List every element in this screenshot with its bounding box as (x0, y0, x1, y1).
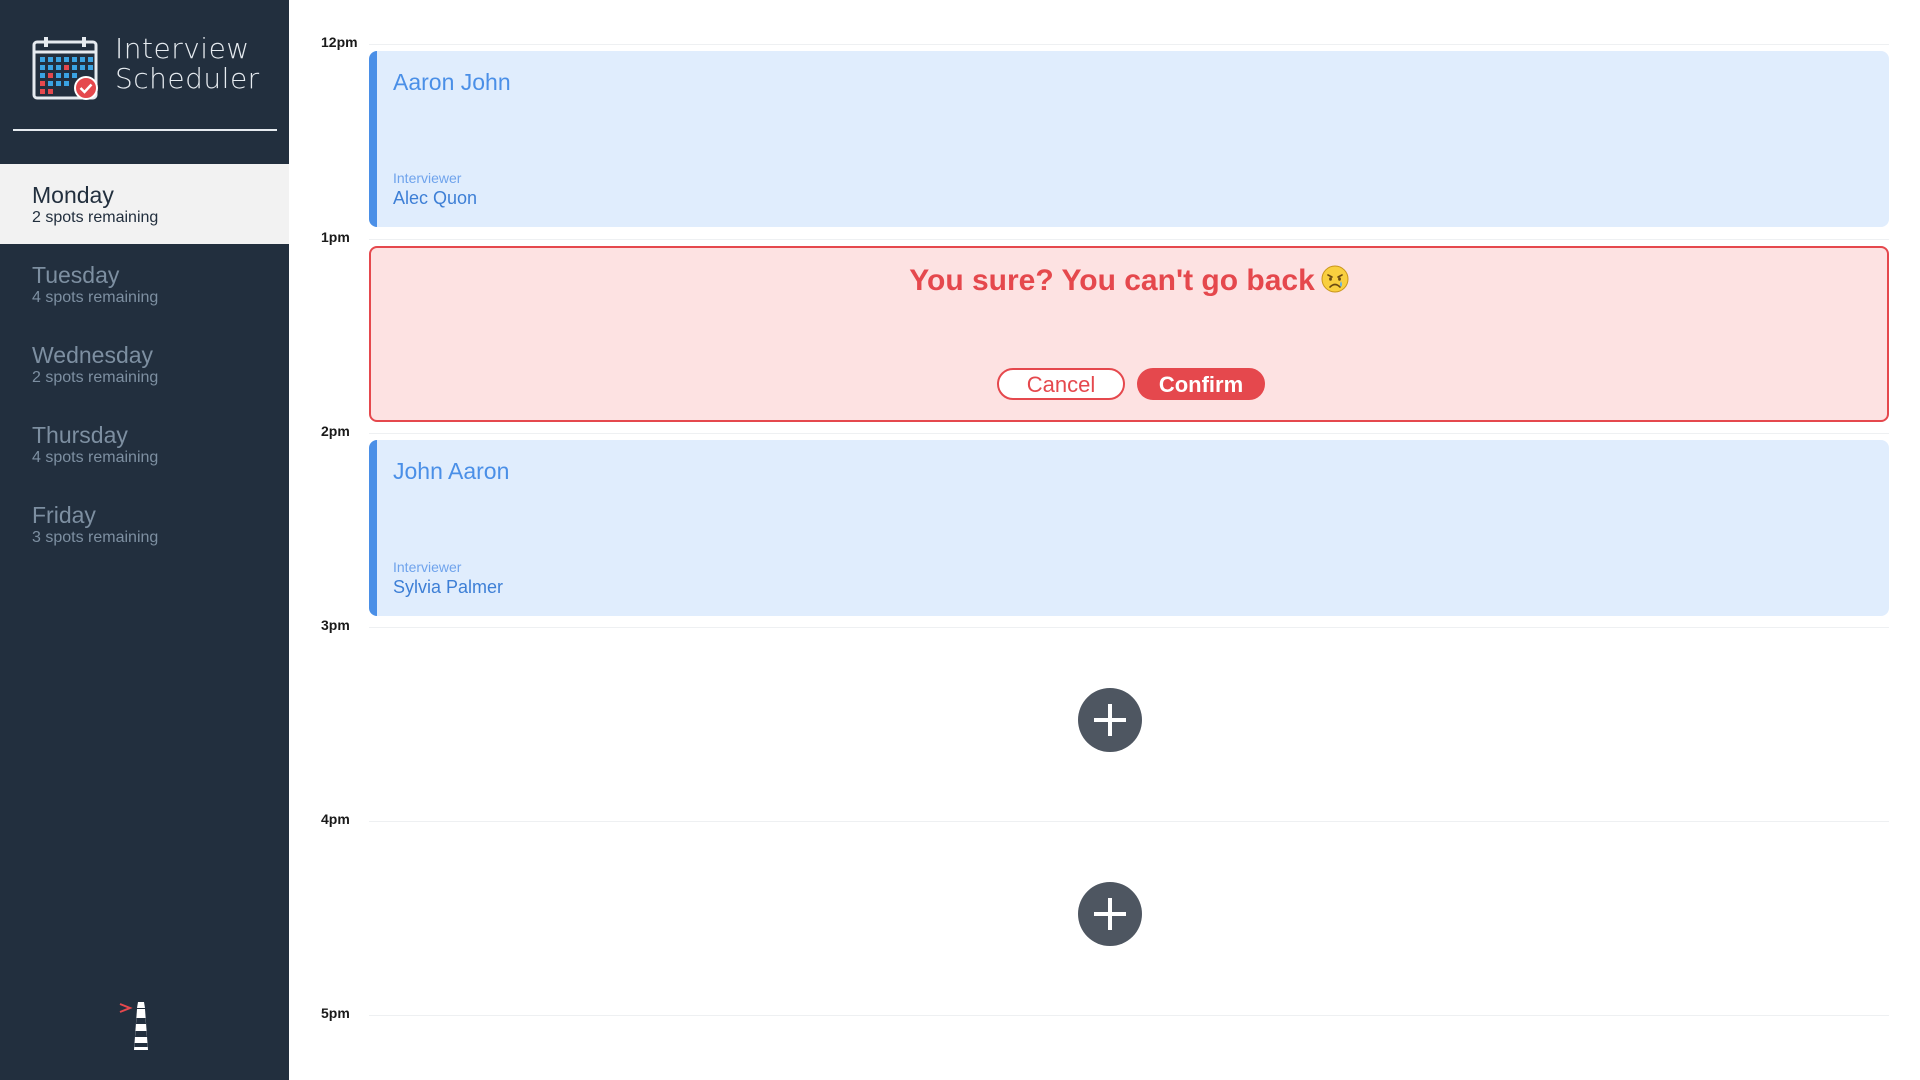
confirm-button[interactable]: Confirm (1137, 368, 1265, 400)
app-title: Interview Scheduler (115, 34, 260, 94)
interviewer-name: Sylvia Palmer (393, 577, 504, 597)
time-label: 1pm (321, 229, 350, 245)
time-divider (369, 821, 1889, 822)
slot-5pm: 5pm (289, 1005, 1889, 1065)
day-item-thursday[interactable]: Thursday 4 spots remaining (0, 404, 289, 484)
time-label: 12pm (321, 34, 358, 50)
slot-12pm: 12pm Aaron John Interviewer Alec Quon (289, 34, 1889, 229)
student-name: Aaron John (393, 69, 511, 95)
app-title-line1: Interview (115, 32, 250, 65)
time-divider (369, 627, 1889, 628)
appointment-card[interactable]: John Aaron Interviewer Sylvia Palmer (369, 440, 1889, 616)
time-divider (369, 44, 1889, 45)
student-name: John Aaron (393, 458, 510, 484)
brand-divider (13, 129, 277, 131)
cancel-button[interactable]: Cancel (997, 368, 1125, 400)
time-divider (369, 1015, 1889, 1016)
appointment-card[interactable]: Aaron John Interviewer Alec Quon (369, 51, 1889, 227)
day-item-wednesday[interactable]: Wednesday 2 spots remaining (0, 324, 289, 404)
day-spots-remaining: 2 spots remaining (32, 209, 159, 226)
app: Interview Scheduler Monday 2 spots remai… (0, 0, 1920, 1080)
sidebar: Interview Scheduler Monday 2 spots remai… (0, 0, 289, 1080)
time-label: 2pm (321, 423, 350, 439)
delete-confirmation: You sure? You can't go back Cancel Confi… (369, 246, 1889, 422)
day-item-friday[interactable]: Friday 3 spots remaining (0, 484, 289, 564)
day-spots-remaining: 4 spots remaining (32, 289, 159, 306)
day-item-monday[interactable]: Monday 2 spots remaining (0, 164, 289, 244)
day-spots-remaining: 4 spots remaining (32, 449, 159, 466)
add-appointment-button[interactable] (1078, 688, 1142, 752)
app-title-line2: Scheduler (115, 62, 260, 95)
calendar-icon (32, 37, 98, 100)
interviewer-label: Interviewer (393, 170, 462, 186)
time-label: 4pm (321, 811, 350, 827)
plus-icon (1094, 898, 1126, 930)
schedule: 12pm Aaron John Interviewer Alec Quon 1p… (289, 0, 1920, 1080)
plus-icon (1094, 704, 1126, 736)
confirm-message: You sure? You can't go back (371, 264, 1887, 298)
day-item-tuesday[interactable]: Tuesday 4 spots remaining (0, 244, 289, 324)
slot-2pm: 2pm John Aaron Interviewer Sylvia Palmer (289, 423, 1889, 618)
day-name: Wednesday (32, 342, 154, 368)
confirm-message-text: You sure? You can't go back (909, 264, 1315, 297)
lighthouse-icon (119, 1002, 148, 1050)
interviewer-name: Alec Quon (393, 188, 478, 208)
interviewer-label: Interviewer (393, 559, 462, 575)
time-label: 5pm (321, 1005, 350, 1021)
day-spots-remaining: 2 spots remaining (32, 369, 159, 386)
day-name: Friday (32, 502, 96, 528)
day-name: Monday (32, 182, 114, 208)
day-name: Tuesday (32, 262, 120, 288)
add-appointment-button[interactable] (1078, 882, 1142, 946)
time-divider (369, 239, 1889, 240)
brand: Interview Scheduler (32, 34, 272, 106)
slot-1pm: 1pm You sure? You can't go back Cancel C (289, 229, 1889, 424)
time-label: 3pm (321, 617, 350, 633)
day-spots-remaining: 3 spots remaining (32, 529, 159, 546)
day-name: Thursday (32, 422, 128, 448)
time-divider (369, 433, 1889, 434)
crying-face-icon (1321, 265, 1349, 293)
day-list: Monday 2 spots remaining Tuesday 4 spots… (0, 164, 289, 564)
